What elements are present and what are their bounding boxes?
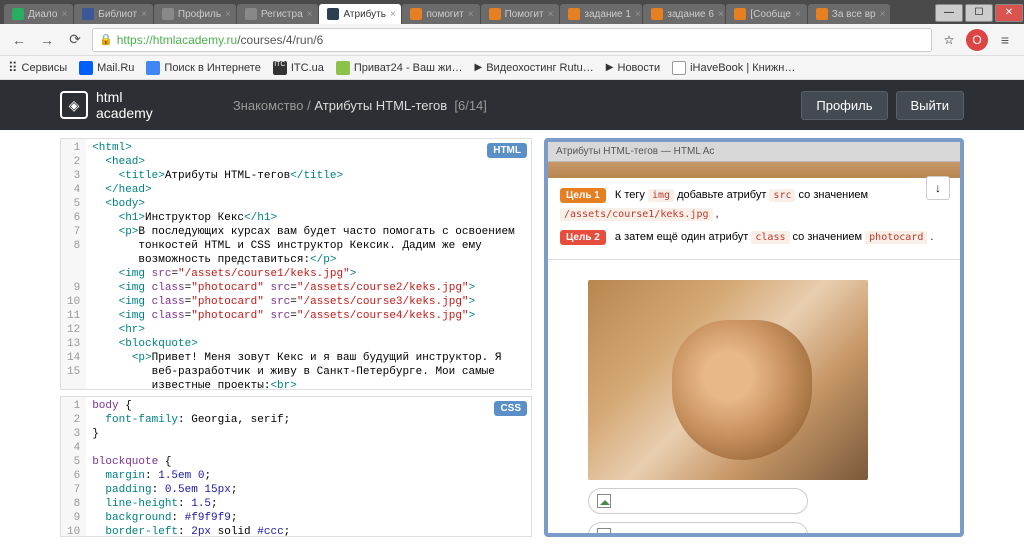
profile-button[interactable]: Профиль <box>801 91 887 120</box>
cat-image <box>588 280 868 480</box>
logo[interactable]: ◈ htmlacademy <box>60 89 153 121</box>
close-icon[interactable]: × <box>548 9 554 20</box>
breadcrumb: Знакомство / Атрибуты HTML-тегов [6/14] <box>233 98 487 113</box>
menu-button[interactable]: ≡ <box>994 29 1016 51</box>
browser-tab[interactable]: Помогит× <box>481 4 560 24</box>
scroll-down-button[interactable]: ↓ <box>926 176 950 200</box>
bookmark-item[interactable]: ▶Новости <box>606 62 660 74</box>
close-icon[interactable]: × <box>61 9 67 20</box>
html-badge: HTML <box>487 143 527 158</box>
line-numbers: 12345678910111213141516171819202122 <box>61 139 86 389</box>
forward-button[interactable]: → <box>36 29 58 51</box>
logout-button[interactable]: Выйти <box>896 91 965 120</box>
apps-button[interactable]: ⠿Сервисы <box>8 60 67 76</box>
code-area[interactable]: body { font-family: Georgia, serif; } bl… <box>86 397 322 536</box>
url-host: https://htmlacademy.ru <box>117 33 238 47</box>
bookmark-item[interactable]: ITCITC.ua <box>273 61 324 75</box>
goal-badge: Цель 1 <box>560 188 606 203</box>
browser-tab[interactable]: помогит× <box>402 4 479 24</box>
broken-image <box>588 522 808 537</box>
css-badge: CSS <box>494 401 527 416</box>
browser-tab[interactable]: задание 6× <box>643 4 725 24</box>
bookmark-item[interactable]: Mail.Ru <box>79 61 134 75</box>
close-icon[interactable]: × <box>141 9 147 20</box>
browser-tab[interactable]: Диало× <box>4 4 73 24</box>
extension-icon[interactable]: ☆ <box>938 29 960 51</box>
bookmark-item[interactable]: iHaveBook | Книжн… <box>672 61 795 75</box>
bookmark-item[interactable]: ▶Видеохостинг Rutu… <box>475 62 594 74</box>
reload-button[interactable]: ⟳ <box>64 29 86 51</box>
url-bar[interactable]: 🔒 https://htmlacademy.ru/courses/4/run/6 <box>92 28 932 52</box>
browser-tab[interactable]: задание 1× <box>560 4 642 24</box>
browser-toolbar: ← → ⟳ 🔒 https://htmlacademy.ru/courses/4… <box>0 24 1024 56</box>
line-numbers: 12345678910111213 <box>61 397 86 536</box>
goal-badge: Цель 2 <box>560 230 606 245</box>
browser-tab-active[interactable]: Атрибуть× <box>319 4 401 24</box>
html-editor[interactable]: HTML 12345678910111213141516171819202122… <box>60 138 532 390</box>
code-area[interactable]: <html> <head> <title>Атрибуты HTML-тегов… <box>86 139 520 389</box>
extension-icon[interactable]: O <box>966 29 988 51</box>
close-icon[interactable]: × <box>880 9 886 20</box>
browser-tab[interactable]: [Сообще× <box>726 4 806 24</box>
logo-icon: ◈ <box>60 91 88 119</box>
bookmark-item[interactable]: Поиск в Интернете <box>146 61 260 75</box>
close-icon[interactable]: × <box>635 9 641 20</box>
broken-image-icon <box>597 528 611 537</box>
broken-image <box>588 488 808 514</box>
browser-tab[interactable]: Профиль× <box>154 4 236 24</box>
site-header: ◈ htmlacademy Знакомство / Атрибуты HTML… <box>0 80 1024 130</box>
back-button[interactable]: ← <box>8 29 30 51</box>
bookmarks-bar: ⠿Сервисы Mail.Ru Поиск в Интернете ITCIT… <box>0 56 1024 80</box>
url-path: /courses/4/run/6 <box>237 33 323 47</box>
lock-icon: 🔒 <box>99 33 113 46</box>
close-icon[interactable]: × <box>468 9 474 20</box>
preview-tab: Атрибуты HTML-тегов — HTML Ac <box>548 142 960 162</box>
browser-tab[interactable]: Библиот× <box>74 4 153 24</box>
close-icon[interactable]: × <box>307 9 313 20</box>
close-icon[interactable]: × <box>718 9 724 20</box>
preview-pane: Атрибуты HTML-тегов — HTML Ac ↓ Цель 1 К… <box>544 138 964 537</box>
browser-tabstrip: Диало× Библиот× Профиль× Регистра× Атриб… <box>0 0 1024 24</box>
close-button[interactable]: ✕ <box>995 4 1023 22</box>
bookmark-item[interactable]: Приват24 - Ваш жи… <box>336 61 463 75</box>
css-editor[interactable]: CSS 12345678910111213 body { font-family… <box>60 396 532 537</box>
broken-image-icon <box>597 494 611 508</box>
close-icon[interactable]: × <box>390 9 396 20</box>
browser-tab[interactable]: Регистра× <box>237 4 319 24</box>
close-icon[interactable]: × <box>795 9 801 20</box>
close-icon[interactable]: × <box>225 9 231 20</box>
browser-tab[interactable]: За все вр× <box>808 4 890 24</box>
minimize-button[interactable]: — <box>935 4 963 22</box>
goals-panel: Цель 1 К тегу img добавьте атрибут src с… <box>548 178 960 260</box>
maximize-button[interactable]: ☐ <box>965 4 993 22</box>
